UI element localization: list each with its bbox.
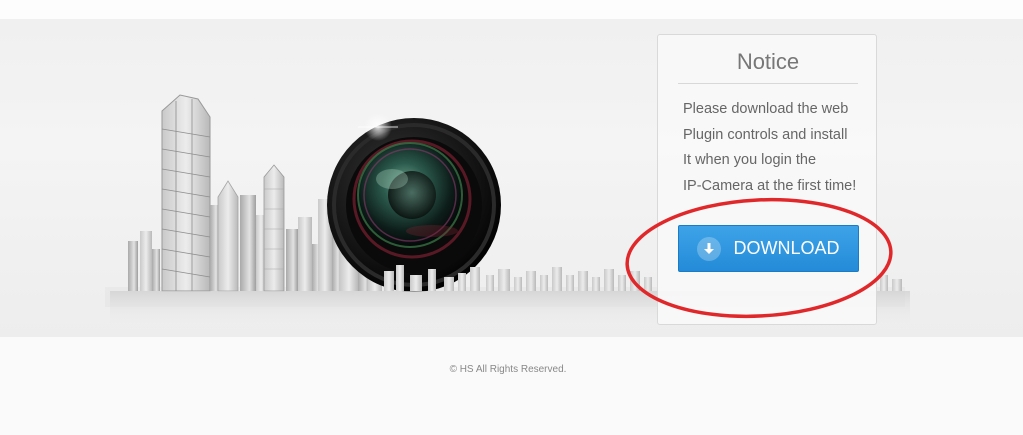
- notice-divider: [678, 83, 858, 84]
- hero-banner: Notice Please download the web Plugin co…: [0, 19, 1023, 337]
- notice-line: It when you login the: [683, 152, 817, 168]
- notice-panel: Notice Please download the web Plugin co…: [657, 34, 877, 325]
- notice-title: Notice: [736, 49, 800, 74]
- download-button[interactable]: DOWNLOAD: [678, 225, 859, 272]
- notice-line: Please download the web: [683, 101, 849, 117]
- notice-line: IP-Camera at the first time!: [683, 177, 857, 194]
- footer-copyright: © HS All Rights Reserved.: [449, 364, 567, 375]
- camera-lens-icon: [327, 113, 501, 292]
- notice-message: Please download the web Plugin controls …: [683, 97, 873, 199]
- download-arrow-icon: [697, 236, 722, 261]
- top-strip: [0, 0, 1023, 19]
- notice-line: Plugin controls and install: [683, 126, 848, 143]
- download-button-label: DOWNLOAD: [733, 238, 840, 258]
